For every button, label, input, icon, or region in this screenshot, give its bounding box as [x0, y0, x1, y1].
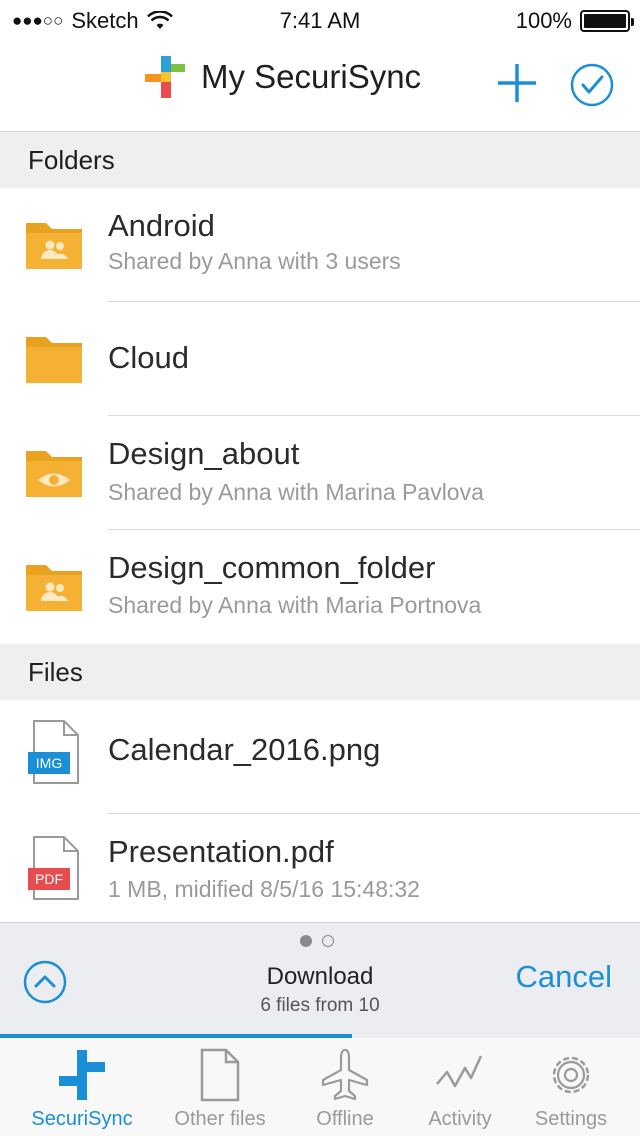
securisync-logo-icon	[145, 56, 185, 98]
tab-label: SecuriSync	[31, 1108, 133, 1130]
page-title: My SecuriSync	[201, 58, 422, 95]
file-badge: PDF	[35, 871, 63, 887]
pdf-file-icon: PDF	[28, 836, 79, 900]
image-file-icon: IMG	[28, 720, 79, 784]
gear-icon	[552, 1056, 590, 1094]
battery-icon	[580, 10, 634, 32]
airplane-icon	[321, 1048, 369, 1101]
nav-title-group: My SecuriSync	[145, 56, 421, 98]
tab-securisync[interactable]: SecuriSync	[18, 1038, 146, 1136]
tab-bar: SecuriSync Other files Offline Activity …	[0, 1038, 640, 1136]
shared-folder-icon	[26, 223, 82, 269]
battery-percent: 100%	[515, 8, 572, 33]
folder-item-design-about[interactable]: Design_about Shared by Anna with Marina …	[0, 416, 640, 530]
add-icon[interactable]	[494, 60, 540, 106]
file-item-presentation[interactable]: PDF Presentation.pdf 1 MB, midified 8/5/…	[0, 814, 640, 928]
file-badge: IMG	[36, 755, 62, 771]
folder-item-cloud[interactable]: Cloud	[0, 302, 640, 416]
status-right: 100%	[515, 8, 634, 34]
shared-folder-icon	[26, 565, 82, 611]
securisync-icon	[59, 1050, 105, 1100]
folder-name: Cloud	[108, 340, 189, 375]
folder-item-android[interactable]: Android Shared by Anna with 3 users	[0, 188, 640, 302]
file-name: Presentation.pdf	[108, 834, 334, 869]
status-bar: ●●●○○ Sketch 7:41 AM 100%	[0, 0, 640, 40]
file-icon	[200, 1048, 240, 1102]
tab-label: Settings	[534, 1108, 608, 1130]
section-header-folders: Folders	[0, 132, 640, 188]
file-item-calendar[interactable]: IMG Calendar_2016.png	[0, 700, 640, 814]
tab-label: Offline	[316, 1108, 374, 1130]
file-name: Calendar_2016.png	[108, 732, 381, 767]
download-panel: Download 6 files from 10 Cancel	[0, 922, 640, 1038]
view-only-folder-icon	[26, 451, 82, 497]
folder-subtitle: Shared by Anna with Maria Portnova	[108, 592, 482, 618]
select-check-icon[interactable]	[569, 62, 615, 108]
folder-icon	[26, 337, 82, 383]
page-dot[interactable]	[322, 935, 334, 947]
tab-label: Activity	[428, 1108, 492, 1130]
folder-item-design-common[interactable]: Design_common_folder Shared by Anna with…	[0, 530, 640, 644]
folder-name: Design_common_folder	[108, 550, 436, 585]
tab-label: Other files	[174, 1108, 266, 1130]
tab-other-files[interactable]: Other files	[156, 1038, 284, 1136]
folder-name: Android	[108, 208, 215, 243]
activity-icon	[436, 1055, 483, 1088]
page-dot-active[interactable]	[300, 935, 312, 947]
download-status: 6 files from 10	[260, 995, 380, 1016]
nav-bar: My SecuriSync	[0, 40, 640, 132]
tab-activity[interactable]: Activity	[396, 1038, 524, 1136]
cancel-button[interactable]: Cancel	[516, 959, 613, 995]
section-header-files: Files	[0, 644, 640, 700]
folder-subtitle: Shared by Anna with Marina Pavlova	[108, 479, 484, 505]
tab-settings[interactable]: Settings	[507, 1038, 635, 1136]
tab-offline[interactable]: Offline	[281, 1038, 409, 1136]
folder-subtitle: Shared by Anna with 3 users	[108, 248, 401, 274]
page-indicator[interactable]	[300, 935, 334, 947]
file-subtitle: 1 MB, midified 8/5/16 15:48:32	[108, 876, 420, 902]
folder-name: Design_about	[108, 436, 300, 471]
